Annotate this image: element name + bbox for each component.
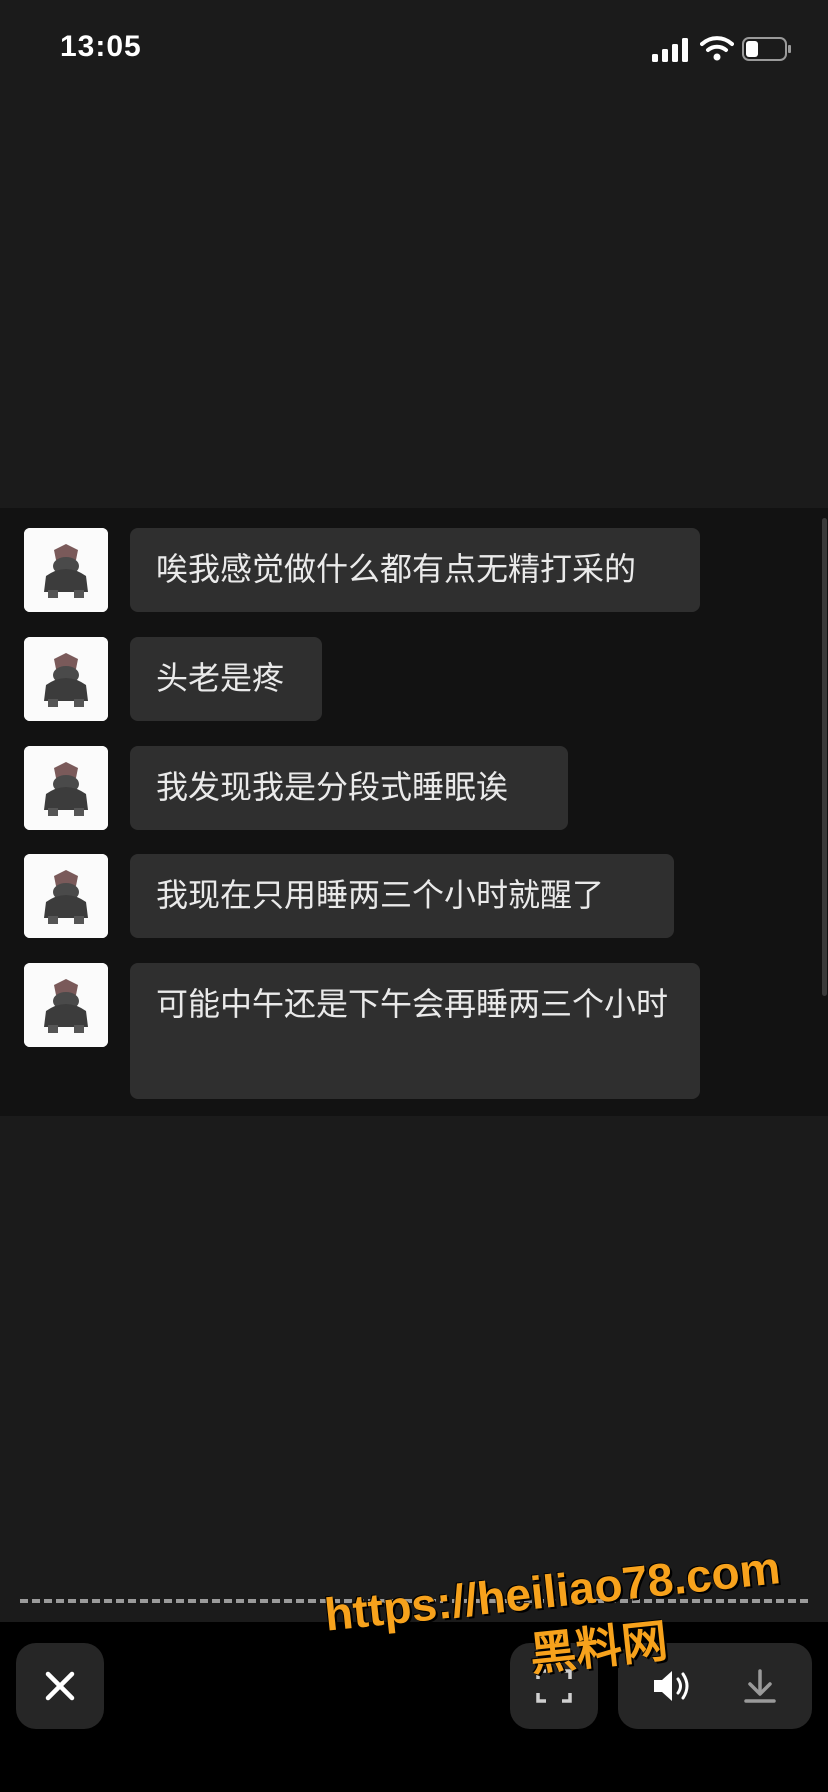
scan-button[interactable] (510, 1643, 598, 1729)
status-time: 13:05 (60, 30, 142, 63)
cellular-signal-icon (652, 38, 688, 62)
avatar (24, 637, 108, 721)
avatar (24, 963, 108, 1047)
speaker-icon[interactable] (648, 1663, 696, 1709)
avatar-image-icon (24, 528, 108, 612)
video-progress-bar[interactable] (20, 1599, 808, 1603)
scrollbar[interactable] (822, 518, 827, 996)
avatar-image-icon (24, 637, 108, 721)
status-bar: 13:05 (0, 0, 828, 100)
download-icon[interactable] (736, 1663, 784, 1709)
message-bubble[interactable]: 唉我感觉做什么都有点无精打采的 (130, 528, 700, 612)
close-button[interactable] (16, 1643, 104, 1729)
scan-icon (536, 1669, 572, 1703)
avatar-image-icon (24, 854, 108, 938)
message-bubble[interactable]: 我现在只用睡两三个小时就醒了 (130, 854, 674, 938)
message-bubble[interactable]: 我发现我是分段式睡眠诶 (130, 746, 568, 830)
avatar (24, 746, 108, 830)
message-bubble[interactable]: 可能中午还是下午会再睡两三个小时 (130, 963, 700, 1099)
battery-icon (742, 37, 791, 61)
wifi-icon (700, 36, 734, 61)
media-controls (618, 1643, 812, 1729)
avatar (24, 528, 108, 612)
close-icon (45, 1671, 75, 1701)
avatar-image-icon (24, 746, 108, 830)
message-bubble[interactable]: 头老是疼 (130, 637, 322, 721)
avatar (24, 854, 108, 938)
avatar-image-icon (24, 963, 108, 1047)
